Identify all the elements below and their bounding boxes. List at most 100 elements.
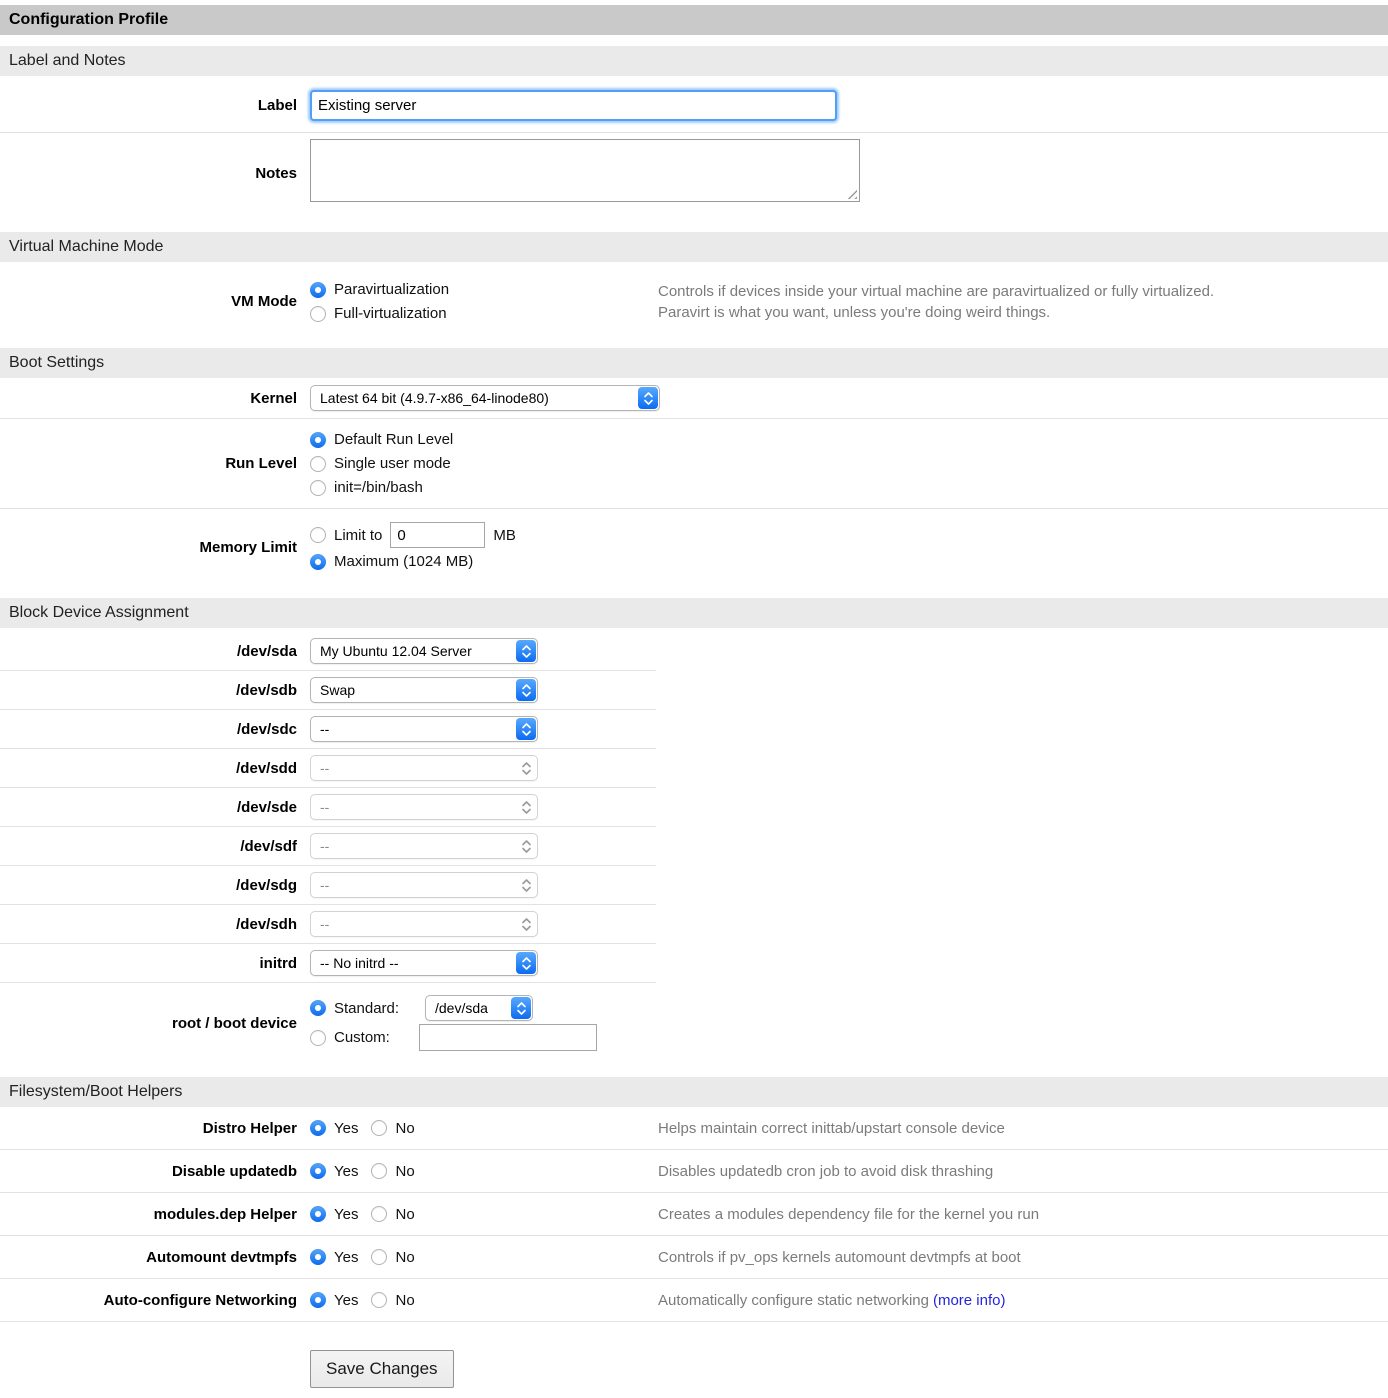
autoconfigure-networking-yes-radio[interactable] xyxy=(310,1292,326,1308)
save-changes-button[interactable]: Save Changes xyxy=(310,1350,454,1388)
vm-mode-row: VM Mode Paravirtualization Full-virtuali… xyxy=(0,262,1388,337)
memory-limit-row: Memory Limit Limit to MB Maximum (1024 M… xyxy=(0,509,1388,587)
chevron-up-down-icon xyxy=(516,835,536,857)
autoconfigure-networking-no-radio[interactable] xyxy=(371,1292,387,1308)
block-device-row-sdh: /dev/sdh -- xyxy=(0,905,656,944)
memory-limit-to-label: Limit to xyxy=(334,525,382,546)
disable-updatedb-yes-radio[interactable] xyxy=(310,1163,326,1179)
automount-devtmpfs-help: Controls if pv_ops kernels automount dev… xyxy=(658,1247,1388,1268)
device-label-sda: /dev/sda xyxy=(0,643,297,660)
configuration-profile-page: Configuration Profile Label and Notes La… xyxy=(0,0,1388,1398)
page-title: Configuration Profile xyxy=(0,5,1388,35)
helper-row-automount-devtmpfs: Automount devtmpfs Yes No Controls if pv… xyxy=(0,1236,1388,1279)
section-header-helpers: Filesystem/Boot Helpers xyxy=(0,1077,1388,1107)
chevron-up-down-icon xyxy=(516,718,536,740)
memory-limit-maximum-label: Maximum (1024 MB) xyxy=(334,551,473,572)
distro-helper-no-radio[interactable] xyxy=(371,1120,387,1136)
block-device-row-sdd: /dev/sdd -- xyxy=(0,749,656,788)
notes-textarea[interactable] xyxy=(310,139,860,202)
chevron-up-down-icon xyxy=(516,640,536,662)
initrd-select[interactable]: -- No initrd -- xyxy=(310,950,538,976)
root-boot-device-row: root / boot device Standard: /dev/sda Cu… xyxy=(0,983,656,1066)
device-label-sde: /dev/sde xyxy=(0,799,297,816)
vm-mode-full-virtualization-radio[interactable] xyxy=(310,306,326,322)
autoconfigure-networking-label: Auto-configure Networking xyxy=(0,1292,297,1309)
block-device-select-sdh[interactable]: -- xyxy=(310,911,538,937)
section-header-boot-settings: Boot Settings xyxy=(0,348,1388,378)
chevron-up-down-icon xyxy=(511,997,531,1019)
modules-dep-yes-radio[interactable] xyxy=(310,1206,326,1222)
block-device-select-sdd[interactable]: -- xyxy=(310,755,538,781)
modules-dep-no-radio[interactable] xyxy=(371,1206,387,1222)
device-label-sdg: /dev/sdg xyxy=(0,877,297,894)
block-device-select-sdc[interactable]: -- xyxy=(310,716,538,742)
root-device-custom-label: Custom: xyxy=(334,1029,419,1046)
block-device-select-sdf[interactable]: -- xyxy=(310,833,538,859)
block-device-row-sdb: /dev/sdb Swap xyxy=(0,671,656,710)
helper-row-disable-updatedb: Disable updatedb Yes No Disables updated… xyxy=(0,1150,1388,1193)
root-device-standard-radio[interactable] xyxy=(310,1000,326,1016)
run-level-init-bash-radio[interactable] xyxy=(310,480,326,496)
initrd-row: initrd -- No initrd -- xyxy=(0,944,656,983)
memory-limit-input[interactable] xyxy=(390,522,485,548)
block-device-select-sdg[interactable]: -- xyxy=(310,872,538,898)
root-boot-device-label: root / boot device xyxy=(0,1015,297,1032)
memory-limit-unit: MB xyxy=(493,525,516,546)
vm-mode-help-text: Controls if devices inside your virtual … xyxy=(658,281,1388,323)
block-device-select-sda[interactable]: My Ubuntu 12.04 Server xyxy=(310,638,538,664)
chevron-up-down-icon xyxy=(638,387,658,409)
memory-limit-to-radio[interactable] xyxy=(310,527,326,543)
helper-row-autoconfigure-networking: Auto-configure Networking Yes No Automat… xyxy=(0,1279,1388,1322)
memory-limit-label: Memory Limit xyxy=(0,539,297,556)
helper-row-distro-helper: Distro Helper Yes No Helps maintain corr… xyxy=(0,1107,1388,1150)
device-label-sdc: /dev/sdc xyxy=(0,721,297,738)
distro-helper-yes-radio[interactable] xyxy=(310,1120,326,1136)
distro-helper-label: Distro Helper xyxy=(0,1120,297,1137)
run-level-single-user-label: Single user mode xyxy=(334,453,451,474)
run-level-default-radio[interactable] xyxy=(310,432,326,448)
block-device-select-sdb[interactable]: Swap xyxy=(310,677,538,703)
vm-mode-paravirtualization-label: Paravirtualization xyxy=(334,279,449,300)
kernel-label: Kernel xyxy=(0,390,297,407)
root-device-custom-radio[interactable] xyxy=(310,1030,326,1046)
block-device-select-sde[interactable]: -- xyxy=(310,794,538,820)
kernel-row: Kernel Latest 64 bit (4.9.7-x86_64-linod… xyxy=(0,378,1388,419)
chevron-up-down-icon xyxy=(516,874,536,896)
root-device-custom-input[interactable] xyxy=(419,1024,597,1051)
notes-field-label: Notes xyxy=(0,165,297,182)
run-level-single-user-radio[interactable] xyxy=(310,456,326,472)
root-device-standard-label: Standard: xyxy=(334,1000,419,1017)
section-header-label-and-notes: Label and Notes xyxy=(0,46,1388,76)
block-device-row-sdg: /dev/sdg -- xyxy=(0,866,656,905)
initrd-label: initrd xyxy=(0,955,297,972)
root-device-select[interactable]: /dev/sda xyxy=(425,995,533,1021)
device-label-sdf: /dev/sdf xyxy=(0,838,297,855)
automount-devtmpfs-yes-radio[interactable] xyxy=(310,1249,326,1265)
disable-updatedb-no-radio[interactable] xyxy=(371,1163,387,1179)
label-input[interactable] xyxy=(310,90,837,121)
label-row: Label xyxy=(0,76,1388,133)
chevron-up-down-icon xyxy=(516,757,536,779)
section-header-block-devices: Block Device Assignment xyxy=(0,598,1388,628)
label-field-label: Label xyxy=(0,97,297,114)
run-level-init-bash-label: init=/bin/bash xyxy=(334,477,423,498)
vm-mode-paravirtualization-radio[interactable] xyxy=(310,282,326,298)
helper-row-modules-dep: modules.dep Helper Yes No Creates a modu… xyxy=(0,1193,1388,1236)
device-label-sdd: /dev/sdd xyxy=(0,760,297,777)
kernel-select[interactable]: Latest 64 bit (4.9.7-x86_64-linode80) xyxy=(310,385,660,411)
automount-devtmpfs-label: Automount devtmpfs xyxy=(0,1249,297,1266)
block-device-table: /dev/sda My Ubuntu 12.04 Server /dev/sdb… xyxy=(0,628,656,1066)
chevron-up-down-icon xyxy=(516,679,536,701)
block-device-row-sde: /dev/sde -- xyxy=(0,788,656,827)
run-level-default-label: Default Run Level xyxy=(334,429,453,450)
notes-row: Notes xyxy=(0,133,1388,221)
section-header-vm-mode: Virtual Machine Mode xyxy=(0,232,1388,262)
memory-limit-maximum-radio[interactable] xyxy=(310,554,326,570)
block-device-row-sdf: /dev/sdf -- xyxy=(0,827,656,866)
automount-devtmpfs-no-radio[interactable] xyxy=(371,1249,387,1265)
vm-mode-full-virtualization-label: Full-virtualization xyxy=(334,303,447,324)
chevron-up-down-icon xyxy=(516,952,536,974)
more-info-link[interactable]: (more info) xyxy=(933,1292,1006,1309)
save-area: Save Changes xyxy=(0,1322,1388,1398)
run-level-row: Run Level Default Run Level Single user … xyxy=(0,419,1388,509)
